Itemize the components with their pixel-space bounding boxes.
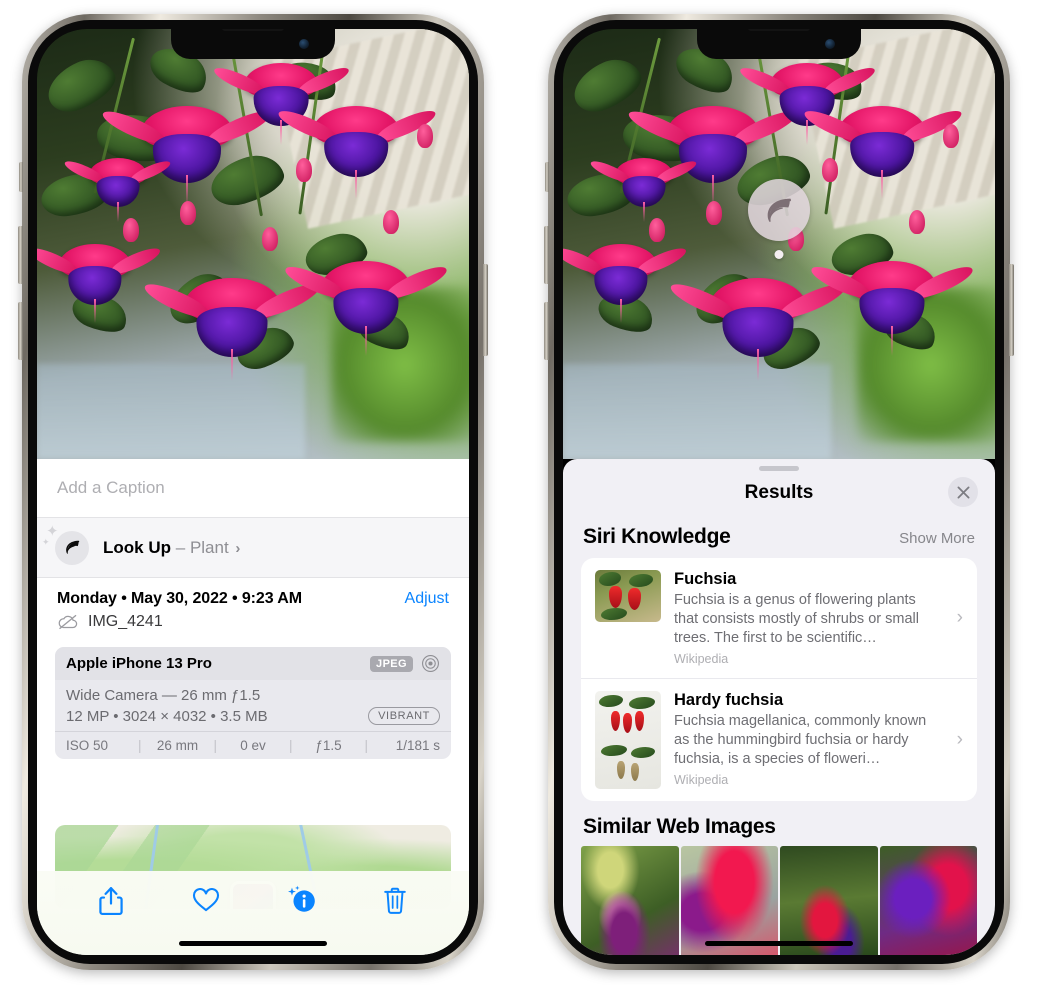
result-source: Wikipedia	[674, 652, 729, 666]
web-image-4[interactable]	[879, 846, 977, 955]
photo-deck-right	[563, 364, 831, 459]
caption-placeholder: Add a Caption	[57, 478, 165, 497]
look-up-subject: Plant	[189, 537, 229, 557]
photo-viewer-right[interactable]	[563, 29, 995, 459]
photo-deck-left	[37, 364, 305, 459]
section-title: Siri Knowledge	[583, 525, 731, 548]
exif-focal-length: 26 mm	[156, 738, 199, 753]
look-up-row[interactable]: ✦ ✦ Look Up – Plant ›	[37, 517, 469, 577]
result-description: Fuchsia magellanica, commonly known as t…	[674, 713, 927, 768]
left-screen: Add a Caption ✦ ✦ Look Up – Plant › Mond…	[37, 29, 469, 955]
photo-date: Monday • May 30, 2022 • 9:23 AM	[57, 590, 302, 607]
adjust-button[interactable]: Adjust	[405, 590, 449, 608]
metadata-date-row: Monday • May 30, 2022 • 9:23 AM Adjust	[57, 590, 449, 608]
chevron-right-icon: ›	[956, 607, 963, 628]
result-title: Fuchsia	[674, 570, 737, 588]
share-button[interactable]	[96, 885, 126, 917]
format-badge: JPEG	[370, 655, 413, 672]
sheet-header: Results	[563, 471, 995, 517]
section-title: Similar Web Images	[583, 815, 776, 838]
look-up-dash: –	[175, 537, 186, 557]
leaf-icon	[767, 198, 792, 222]
home-indicator-right	[705, 941, 853, 946]
volume-up-button-left[interactable]	[18, 226, 23, 284]
results-sheet: Results Siri Knowledge Show More Fuchsia…	[563, 459, 995, 955]
result-title: Hardy fuchsia	[674, 691, 784, 709]
silence-switch-right[interactable]	[545, 162, 549, 192]
image-size-info: 12 MP • 3024 × 4032 • 3.5 MB	[66, 707, 268, 725]
right-screen: Results Siri Knowledge Show More Fuchsia…	[563, 29, 995, 955]
result-body: Fuchsia Fuchsia is a genus of flowering …	[674, 570, 944, 666]
web-image-1[interactable]	[581, 846, 679, 955]
show-more-button[interactable]: Show More	[899, 530, 975, 547]
metadata-file-row: IMG_4241	[57, 613, 449, 631]
earpiece-speaker-right	[748, 29, 810, 31]
power-button-left[interactable]	[483, 264, 488, 356]
chevron-right-icon: ›	[956, 729, 963, 750]
exif-aperture: ƒ1.5	[315, 738, 342, 753]
result-description: Fuchsia is a genus of flowering plants t…	[674, 592, 919, 647]
web-image-2[interactable]	[680, 846, 778, 955]
earpiece-speaker-left	[222, 29, 284, 31]
list-item[interactable]: Fuchsia Fuchsia is a genus of flowering …	[581, 558, 977, 678]
chevron-right-icon: ›	[235, 539, 241, 557]
exif-iso: ISO 50	[66, 738, 109, 753]
close-icon	[957, 486, 969, 498]
cloud-slash-icon	[58, 614, 78, 630]
delete-button[interactable]	[381, 885, 411, 917]
sparkle-icon-small: ✦	[42, 536, 50, 547]
aperture-icon	[422, 655, 439, 672]
leaf-icon: ✦ ✦	[42, 524, 89, 565]
power-button-right[interactable]	[1009, 264, 1014, 356]
list-item[interactable]: Hardy fuchsia Fuchsia magellanica, commo…	[581, 678, 977, 801]
front-camera-left	[299, 39, 309, 49]
exif-stats-row: ISO 50 | 26 mm | 0 ev | ƒ1.5 | 1/181 s	[55, 731, 451, 759]
notch-right	[697, 29, 861, 59]
exif-panel[interactable]: Apple iPhone 13 Pro JPEG Wide Camera — 2…	[55, 647, 451, 759]
favorite-button[interactable]	[191, 885, 221, 917]
silence-switch-left[interactable]	[19, 162, 23, 192]
volume-down-button-left[interactable]	[18, 302, 23, 360]
visual-look-up-badge[interactable]	[748, 179, 810, 241]
lens-info: Wide Camera — 26 mm ƒ1.5	[66, 687, 261, 704]
web-image-3[interactable]	[780, 846, 878, 955]
siri-knowledge-card: Fuchsia Fuchsia is a genus of flowering …	[581, 558, 977, 801]
result-thumbnail	[595, 691, 661, 789]
close-button[interactable]	[948, 477, 978, 507]
size-row: 12 MP • 3024 × 4032 • 3.5 MB VIBRANT	[66, 707, 440, 725]
caption-input[interactable]: Add a Caption	[37, 459, 469, 517]
look-up-label: Look Up – Plant ›	[103, 538, 240, 558]
exif-exposure-value: 0 ev	[240, 738, 266, 753]
exif-shutter-speed: 1/181 s	[395, 738, 440, 753]
siri-knowledge-header: Siri Knowledge Show More	[563, 517, 995, 558]
front-camera-right	[825, 39, 835, 49]
volume-up-button-right[interactable]	[544, 226, 549, 284]
volume-down-button-right[interactable]	[544, 302, 549, 360]
left-phone: Add a Caption ✦ ✦ Look Up – Plant › Mond…	[18, 14, 488, 970]
right-phone: Results Siri Knowledge Show More Fuchsia…	[544, 14, 1014, 970]
photo-viewer-left[interactable]	[37, 29, 469, 459]
photographic-style-badge: VIBRANT	[368, 707, 440, 725]
result-body: Hardy fuchsia Fuchsia magellanica, commo…	[674, 691, 944, 787]
similar-web-images-header: Similar Web Images	[563, 801, 995, 846]
sheet-title: Results	[744, 482, 814, 503]
exif-body: Wide Camera — 26 mm ƒ1.5 12 MP • 3024 × …	[55, 680, 451, 731]
exif-badges: JPEG	[370, 654, 440, 673]
similar-web-images-strip[interactable]	[581, 846, 977, 955]
photo-toolbar	[37, 871, 469, 955]
home-indicator-left	[179, 941, 327, 946]
screenshot-stage: Add a Caption ✦ ✦ Look Up – Plant › Mond…	[0, 0, 1055, 985]
exif-header: Apple iPhone 13 Pro JPEG	[55, 647, 451, 680]
photo-info-panel: Add a Caption ✦ ✦ Look Up – Plant › Mond…	[37, 459, 469, 955]
look-up-title: Look Up	[103, 537, 171, 557]
photo-metadata: Monday • May 30, 2022 • 9:23 AM Adjust I…	[37, 577, 469, 637]
camera-model: Apple iPhone 13 Pro	[66, 655, 212, 672]
info-button[interactable]	[286, 885, 316, 917]
photo-filename: IMG_4241	[88, 613, 163, 630]
result-source: Wikipedia	[674, 773, 729, 787]
visual-look-up-pointer	[774, 250, 784, 259]
result-thumbnail	[595, 570, 661, 622]
notch-left	[171, 29, 335, 59]
